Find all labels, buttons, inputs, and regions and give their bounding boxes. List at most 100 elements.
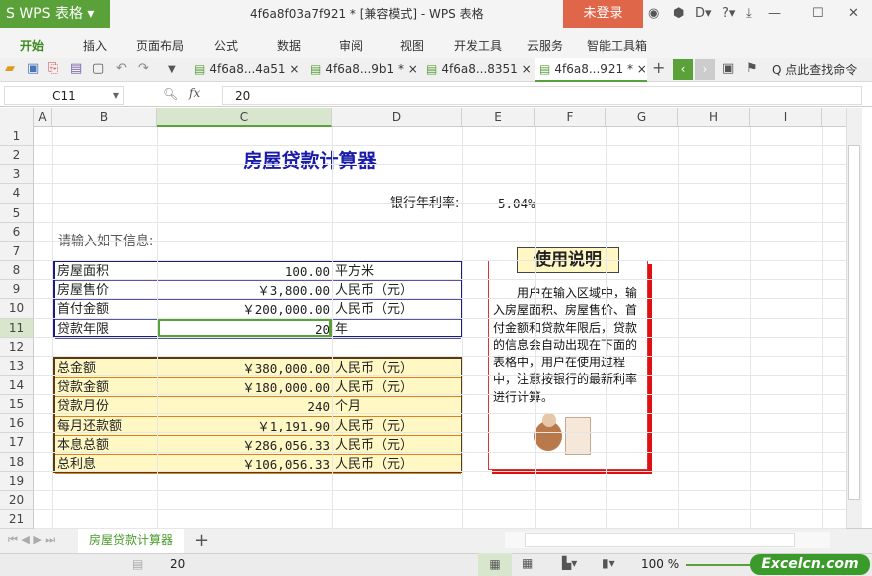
gridline (678, 127, 679, 528)
menu-0[interactable]: 开始 (20, 37, 44, 54)
sheet-title: 房屋贷款计算器 (243, 150, 377, 172)
row-header-20[interactable]: 20 (0, 490, 34, 511)
window-icon-3[interactable]: ?▾ (722, 6, 735, 21)
normal-view-icon[interactable]: ▦ (478, 553, 512, 576)
page-break-view-icon[interactable]: ▦ (522, 556, 533, 570)
row-header-8[interactable]: 8 (0, 261, 34, 281)
column-header-F[interactable]: F (535, 108, 606, 127)
name-box[interactable]: C11 ▼ (4, 86, 124, 105)
undo-icon[interactable]: ↶ (116, 61, 127, 76)
column-header-D[interactable]: D (332, 108, 462, 127)
zoom-level[interactable]: 100 % (641, 557, 679, 571)
zoom-formula-icon[interactable]: 🔍︎ (163, 87, 178, 101)
menu-2[interactable]: 页面布局 (136, 37, 184, 54)
row-header-19[interactable]: 19 (0, 471, 34, 491)
flag-icon[interactable]: ⚑ (746, 61, 758, 76)
save-icon[interactable]: ▣ (27, 61, 39, 76)
window-icon-2[interactable]: D▾ (695, 6, 712, 21)
open-icon[interactable]: ▰ (5, 61, 15, 76)
eye-protect-icon[interactable]: ▮▾ (602, 556, 615, 570)
select-all-corner[interactable] (0, 108, 34, 127)
column-header-I[interactable]: I (750, 108, 822, 127)
print-icon[interactable]: ▤ (70, 61, 82, 76)
doc-tab-label: 4f6a8...8351 × (441, 62, 532, 76)
zoom-slider[interactable] (686, 564, 756, 566)
column-header-B[interactable]: B (52, 108, 157, 127)
formula-input[interactable]: 20 (222, 86, 862, 105)
window-icon-6[interactable]: ☐ (812, 6, 824, 21)
login-button[interactable]: 未登录 (563, 0, 643, 28)
window-icon-1[interactable]: ⬢ (673, 6, 684, 21)
menu-6[interactable]: 视图 (400, 37, 424, 54)
new-tab-icon[interactable]: + (652, 58, 665, 77)
row-header-3[interactable]: 3 (0, 165, 34, 185)
row-header-11[interactable]: 11 (0, 318, 34, 338)
window-icon-0[interactable]: ◉ (648, 6, 659, 21)
gridline (34, 279, 846, 281)
sheet-tab[interactable]: 房屋贷款计算器 (78, 528, 184, 553)
window-icon-4[interactable]: ⤓ (746, 6, 752, 21)
row-header-17[interactable]: 17 (0, 433, 34, 453)
menu-5[interactable]: 审阅 (339, 37, 363, 54)
calc-icon: ▤ (132, 557, 144, 571)
column-header-H[interactable]: H (678, 108, 750, 127)
row-header-1[interactable]: 1 (0, 127, 34, 147)
fx-icon[interactable]: fx (189, 86, 200, 100)
menu-4[interactable]: 数据 (277, 37, 301, 54)
command-search[interactable]: Q 点此查找命令 (772, 61, 857, 78)
gridline (34, 509, 846, 510)
horizontal-scrollbar[interactable] (505, 532, 830, 548)
vertical-scroll-thumb[interactable] (848, 145, 860, 500)
add-sheet-icon[interactable]: + (194, 530, 209, 551)
window-icon-7[interactable]: ✕ (848, 6, 859, 21)
menu-3[interactable]: 公式 (214, 37, 238, 54)
row-header-5[interactable]: 5 (0, 203, 34, 223)
row-header-15[interactable]: 15 (0, 395, 34, 415)
row-header-4[interactable]: 4 (0, 184, 34, 204)
active-cell-c11[interactable] (157, 318, 332, 338)
more-dropdown-icon[interactable]: ▼ (168, 64, 176, 75)
doc-tab[interactable]: ▤ 4f6a8...8351 × (422, 58, 532, 82)
watermark-text: Excelcn.com (761, 556, 859, 572)
column-header-G[interactable]: G (606, 108, 678, 127)
tab-next-icon[interactable]: › (695, 59, 715, 80)
horizontal-scroll-thumb[interactable] (525, 533, 795, 547)
tab-prev-icon[interactable]: ‹ (673, 59, 693, 80)
row-header-18[interactable]: 18 (0, 452, 34, 472)
menu-1[interactable]: 插入 (83, 37, 107, 54)
column-header-E[interactable]: E (462, 108, 535, 127)
present-icon[interactable]: ▣ (722, 61, 734, 76)
redo-icon[interactable]: ↷ (138, 61, 149, 76)
gridline (34, 528, 846, 530)
row-header-12[interactable]: 12 (0, 337, 34, 357)
excelcn-watermark-logo: Excelcn.com (750, 554, 870, 575)
chevron-down-icon[interactable]: ▼ (113, 87, 119, 105)
gridline (462, 127, 463, 528)
doc-tab[interactable]: ▤ 4f6a8...921 * × (535, 58, 647, 82)
row-header-7[interactable]: 7 (0, 241, 34, 262)
menu-9[interactable]: 智能工具箱 (587, 37, 647, 54)
window-icon-5[interactable]: — (768, 6, 781, 21)
gridline (52, 127, 53, 528)
doc-tab[interactable]: ▤ 4f6a8...9b1 * × (306, 58, 418, 82)
rate-value[interactable]: 5.04% (496, 194, 538, 213)
menu-8[interactable]: 云服务 (527, 37, 563, 54)
row-header-6[interactable]: 6 (0, 222, 34, 242)
doc-tab[interactable]: ▤ 4f6a8...4a51 × (190, 58, 302, 82)
row-header-10[interactable]: 10 (0, 299, 34, 319)
menu-7[interactable]: 开发工具 (454, 37, 502, 54)
column-header-A[interactable]: A (34, 108, 52, 127)
row-header-21[interactable]: 21 (0, 510, 34, 530)
row-header-13[interactable]: 13 (0, 356, 34, 376)
reading-layout-icon[interactable]: ▙▾ (562, 556, 577, 570)
wps-menu-button[interactable]: S WPS 表格 ▾ (0, 0, 110, 28)
gridline (34, 202, 846, 204)
sheet-nav-icons[interactable]: ⏮ ◀ ▶ ⏭ (8, 533, 55, 547)
export-pdf-icon[interactable]: ⎘ (48, 61, 58, 76)
row-header-9[interactable]: 9 (0, 280, 34, 300)
row-header-14[interactable]: 14 (0, 375, 34, 396)
column-header-C[interactable]: C (157, 108, 332, 127)
print-preview-icon[interactable]: ▢ (92, 61, 104, 76)
row-header-16[interactable]: 16 (0, 414, 34, 434)
row-header-2[interactable]: 2 (0, 146, 34, 166)
